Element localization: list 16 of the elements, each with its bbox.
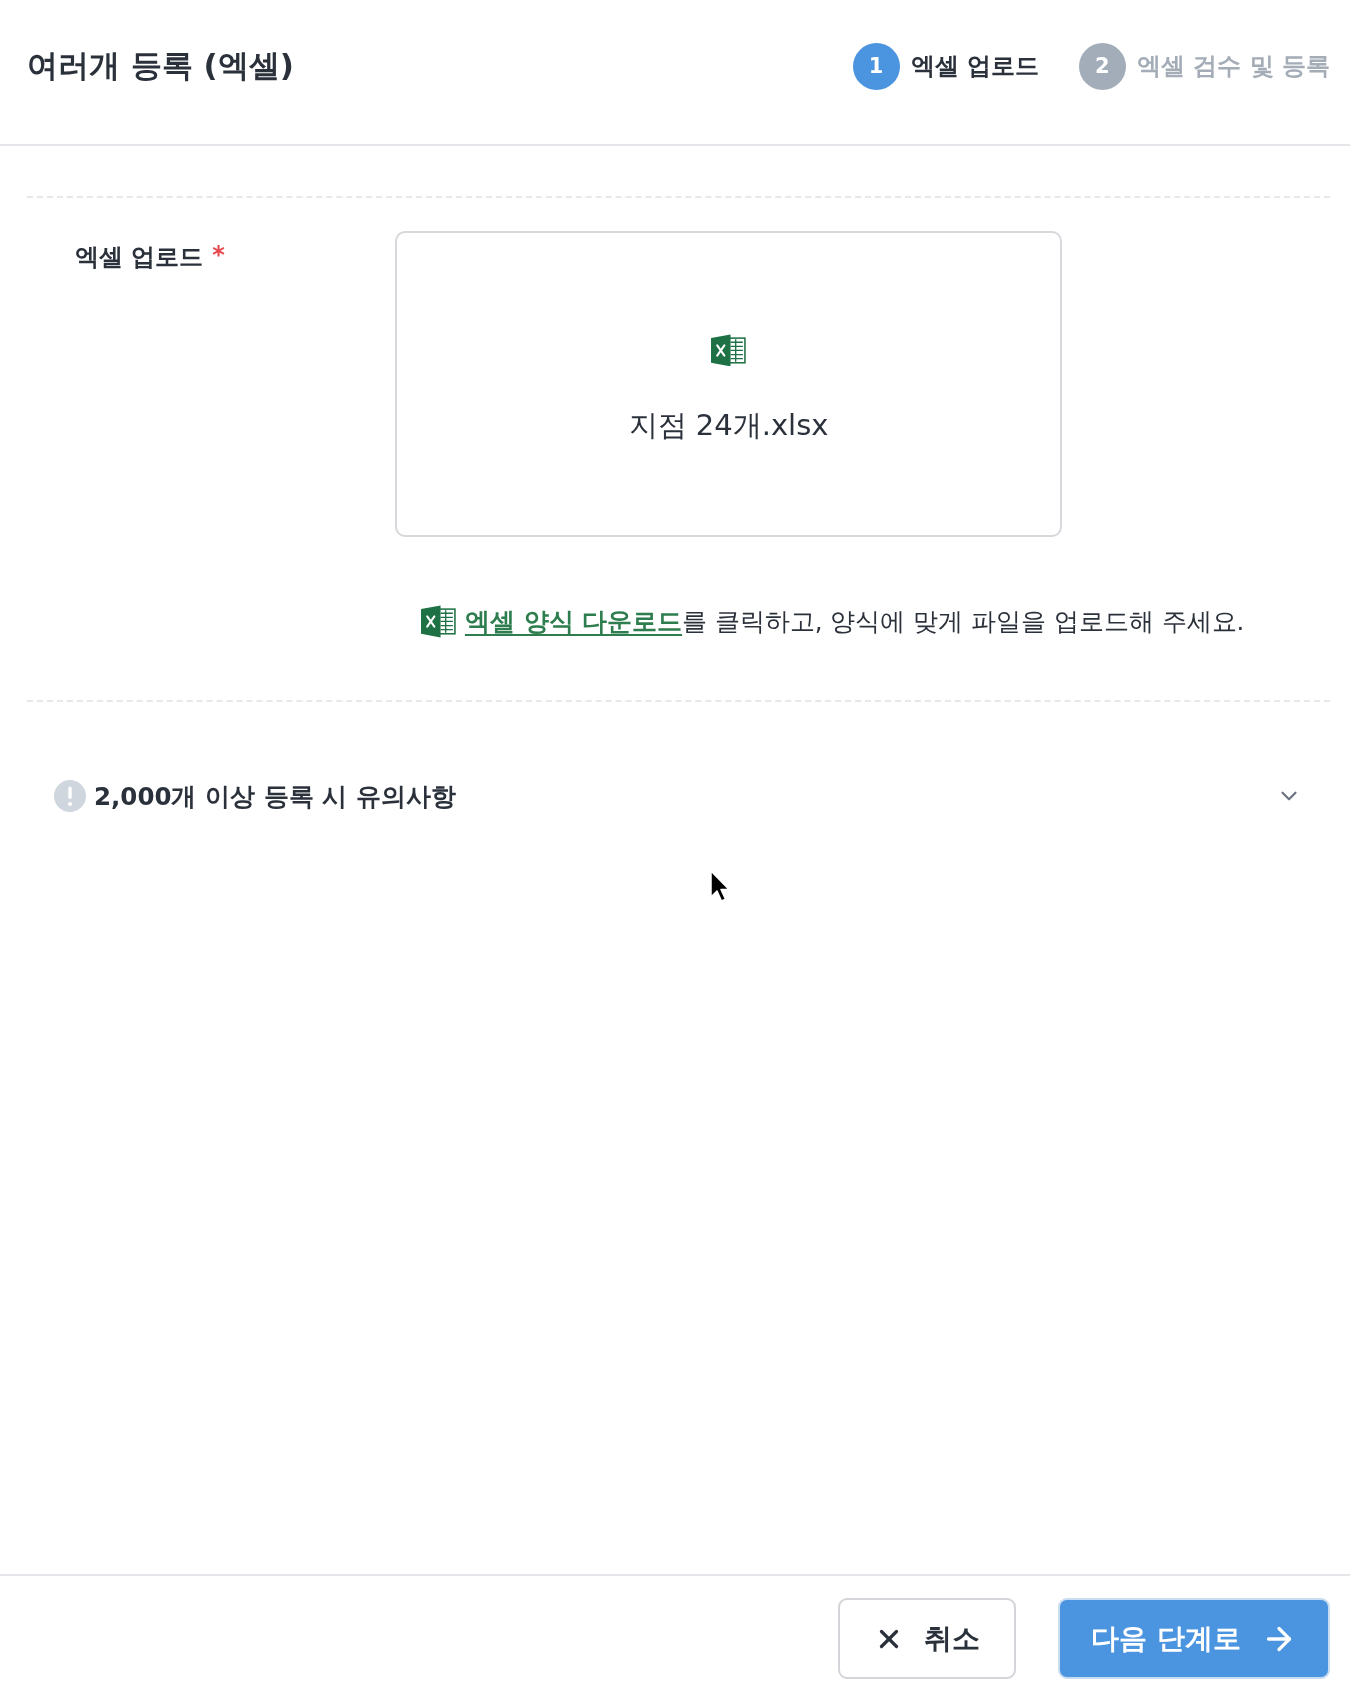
file-name: 지점 24개.xlsx — [628, 407, 829, 445]
dialog-title: 여러개 등록 (엑셀) — [27, 46, 294, 85]
required-mark: * — [212, 241, 225, 269]
step-number-badge: 2 — [1078, 42, 1126, 90]
hint-text: 엑셀 양식 다운로드를 클릭하고, 양식에 맞게 파일을 업로드해 주세요. — [465, 606, 1245, 638]
file-drop-area[interactable]: 지점 24개.xlsx — [395, 231, 1062, 537]
field-label: 엑셀 업로드 — [75, 242, 204, 273]
template-download-link[interactable]: 엑셀 양식 다운로드 — [465, 607, 683, 636]
step-number-badge: 1 — [852, 42, 900, 90]
spreadsheet-icon — [421, 605, 456, 638]
cancel-button[interactable]: 취소 — [838, 1598, 1016, 1679]
step-label: 엑셀 업로드 — [910, 51, 1039, 82]
exclamation-circle-icon — [54, 780, 86, 812]
spreadsheet-icon — [711, 333, 746, 367]
step-label: 엑셀 검수 및 등록 — [1136, 51, 1330, 82]
notice-toggle[interactable]: 2,000개 이상 등록 시 유의사항 — [27, 776, 1330, 816]
